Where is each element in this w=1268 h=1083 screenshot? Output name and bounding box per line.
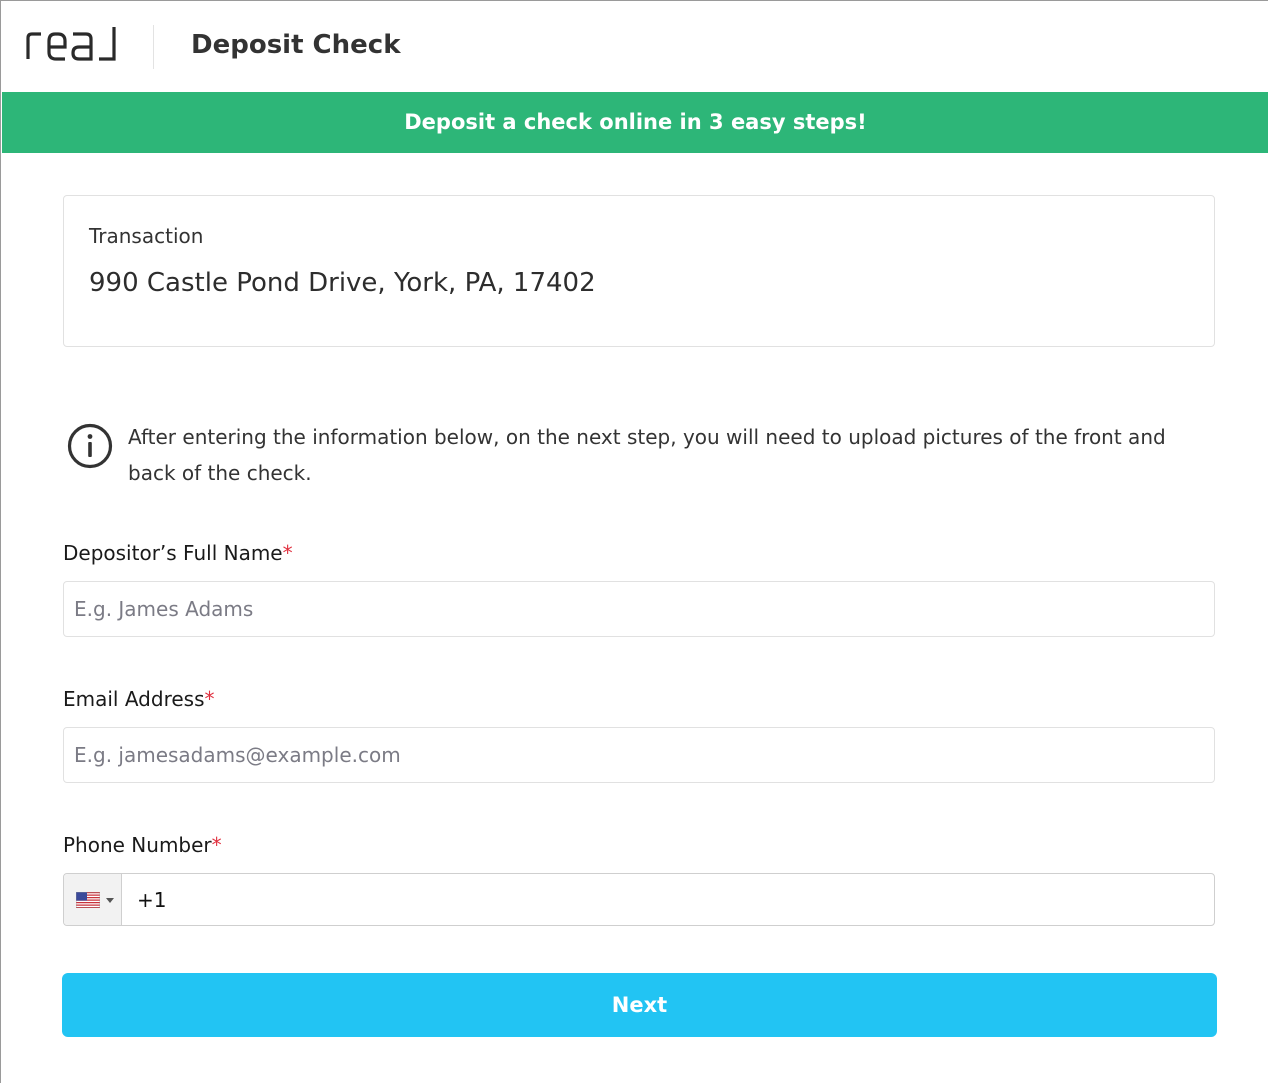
country-code-select[interactable] <box>64 874 122 925</box>
email-label: Email Address* <box>63 687 215 711</box>
phone-input[interactable] <box>123 874 1213 925</box>
full-name-input[interactable] <box>63 581 1215 637</box>
header-divider <box>153 25 154 69</box>
next-button[interactable]: Next <box>62 973 1217 1037</box>
steps-banner: Deposit a check online in 3 easy steps! <box>2 92 1268 153</box>
phone-label: Phone Number* <box>63 833 222 857</box>
full-name-label-text: Depositor’s Full Name <box>63 541 283 565</box>
email-input[interactable] <box>63 727 1215 783</box>
required-marker: * <box>204 687 215 711</box>
required-marker: * <box>211 833 222 857</box>
top-bar: Deposit Check <box>1 1 1268 93</box>
transaction-address: 990 Castle Pond Drive, York, PA, 17402 <box>89 268 596 298</box>
page-title: Deposit Check <box>191 30 401 60</box>
required-marker: * <box>282 541 293 565</box>
info-message: After entering the information below, on… <box>128 425 1166 485</box>
app-frame: Deposit Check Deposit a check online in … <box>0 0 1268 1083</box>
phone-label-text: Phone Number <box>63 833 212 857</box>
real-logo <box>26 27 116 61</box>
transaction-label: Transaction <box>89 224 204 248</box>
full-name-label: Depositor’s Full Name* <box>63 541 293 565</box>
email-label-text: Email Address <box>63 687 205 711</box>
us-flag-icon <box>76 892 100 908</box>
chevron-down-icon <box>106 898 114 903</box>
info-icon <box>67 423 113 469</box>
phone-field <box>63 873 1215 926</box>
transaction-card: Transaction 990 Castle Pond Drive, York,… <box>63 195 1215 347</box>
